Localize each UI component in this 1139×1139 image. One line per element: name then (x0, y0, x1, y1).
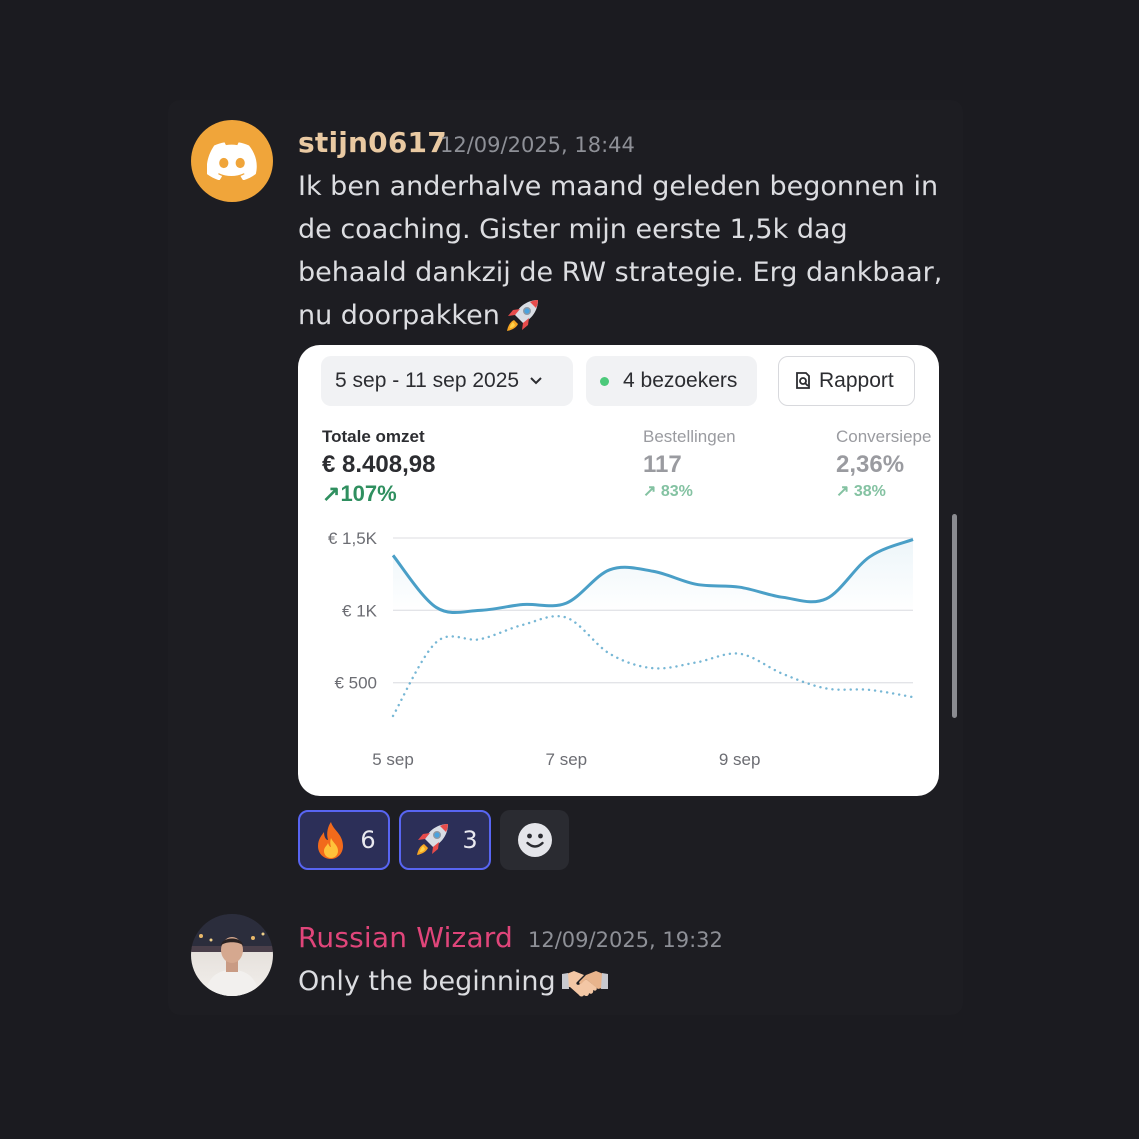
avatar[interactable] (191, 120, 273, 202)
y-tick-label: € 500 (334, 674, 377, 693)
user-photo-avatar (191, 914, 273, 996)
timestamp: 12/09/2025, 18:44 (440, 133, 635, 157)
message-line: behaald dankzij de RW strategie. Erg dan… (298, 257, 943, 288)
reaction-count: 3 (462, 826, 478, 854)
x-tick-label: 9 sep (719, 750, 761, 769)
fire-icon (318, 822, 344, 859)
message-line: Only the beginning (298, 966, 556, 997)
handshake-icon (561, 970, 608, 996)
rocket-icon (417, 824, 449, 855)
previous-period-line (391, 614, 915, 718)
revenue-line-chart: € 1,5K € 1K € 500 5 sep 7 sep 9 sep (328, 529, 915, 769)
y-tick-label: € 1,5K (328, 529, 378, 548)
reaction-count: 6 (360, 826, 376, 854)
message-line: de coaching. Gister mijn eerste 1,5k dag (298, 214, 848, 245)
reaction-rocket[interactable]: 3 (399, 810, 491, 870)
series-area-fill (393, 539, 913, 613)
rocket-icon (506, 299, 538, 331)
username[interactable]: Russian Wizard (298, 921, 513, 954)
message-line: nu doorpakken (298, 300, 500, 331)
avatar[interactable] (191, 914, 273, 996)
discord-logo-icon (207, 142, 257, 180)
scrollbar[interactable] (952, 514, 957, 718)
smiley-add-reaction-icon (517, 823, 552, 857)
message-text: Ik ben anderhalve maand geleden begonnen… (298, 165, 942, 337)
x-tick-label: 5 sep (372, 750, 414, 769)
x-tick-label: 7 sep (546, 750, 588, 769)
timestamp: 12/09/2025, 19:32 (528, 928, 723, 952)
message-line: Ik ben anderhalve maand geleden begonnen… (298, 171, 939, 202)
username[interactable]: stijn0617 (298, 126, 447, 159)
reaction-fire[interactable]: 6 (298, 810, 390, 870)
y-tick-label: € 1K (342, 601, 378, 620)
analytics-embed[interactable]: 5 sep - 11 sep 2025 4 bezoekers Rapport … (298, 345, 939, 796)
message-text: Only the beginning (298, 960, 608, 1003)
add-reaction-button[interactable] (500, 810, 569, 870)
